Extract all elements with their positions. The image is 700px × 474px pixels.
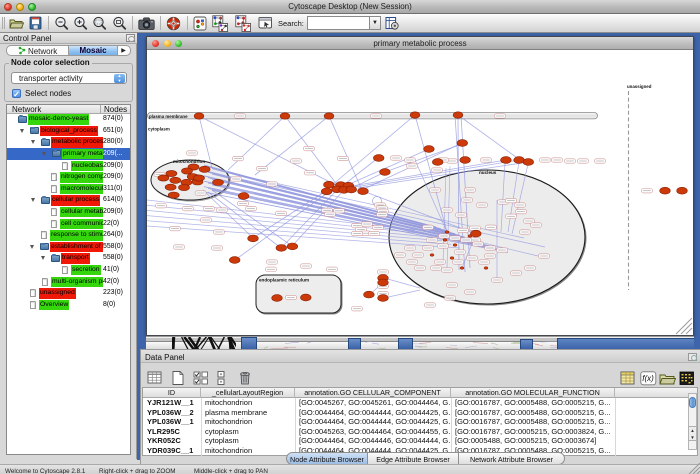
svg-text:plasma membrane: plasma membrane xyxy=(149,114,188,119)
svg-text:mitochondrion: mitochondrion xyxy=(173,159,205,164)
svg-text:f(x): f(x) xyxy=(642,374,654,383)
svg-text:cytoplasm: cytoplasm xyxy=(148,127,170,132)
svg-text:unassigned: unassigned xyxy=(627,84,652,89)
svg-text:endoplasmic reticulum: endoplasmic reticulum xyxy=(259,278,309,283)
svg-text:nucleus: nucleus xyxy=(479,170,497,175)
